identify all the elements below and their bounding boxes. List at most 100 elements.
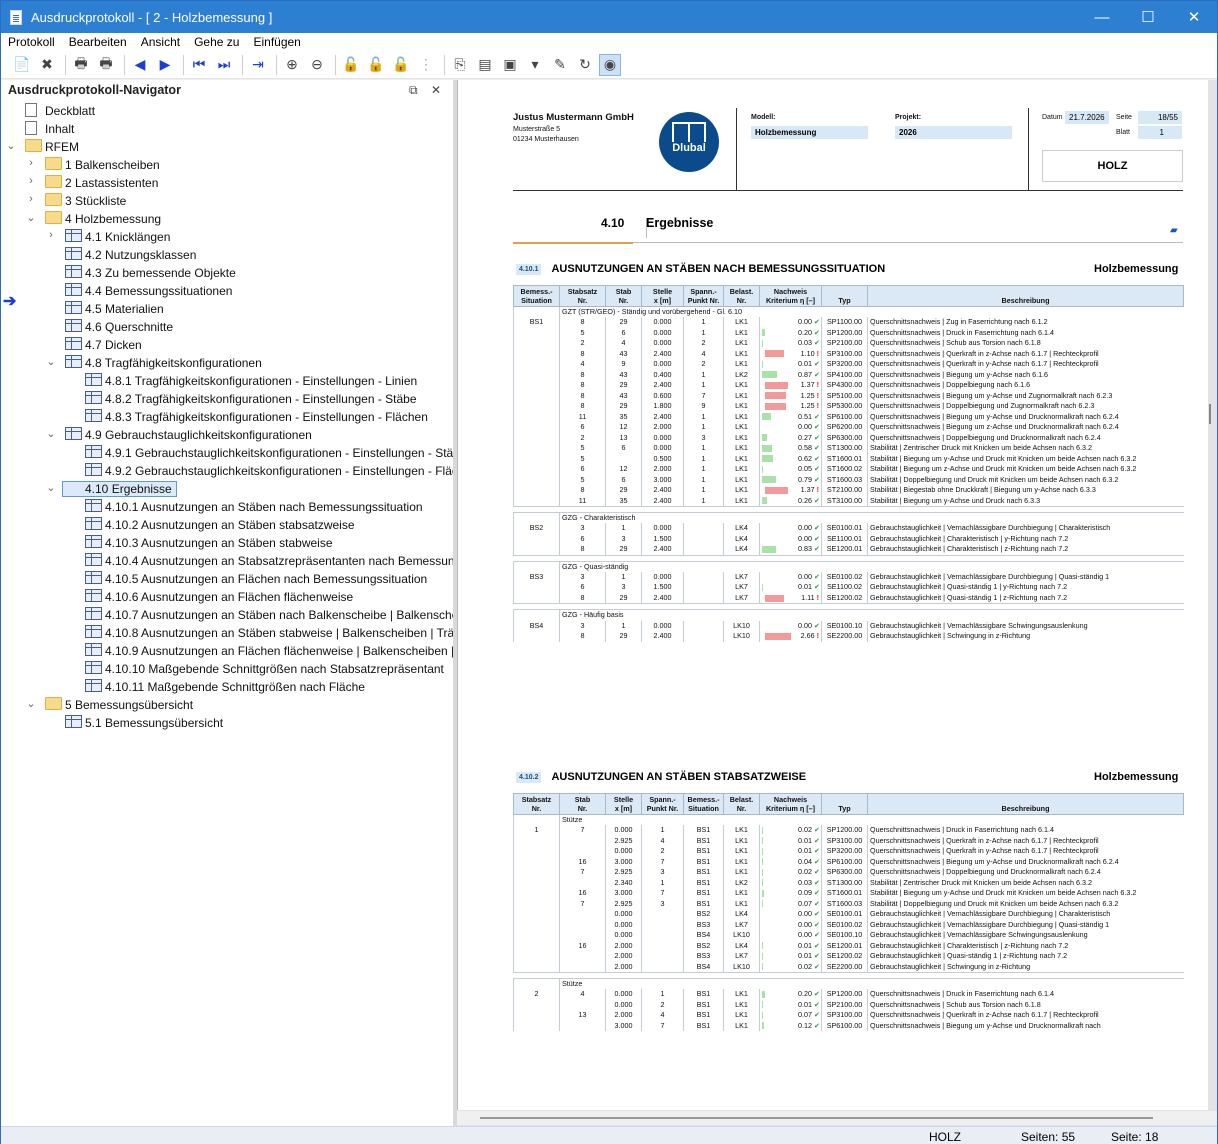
vertical-scroll-thumb[interactable] xyxy=(1209,404,1211,424)
table-row: 3.000 7 BS1 LK1 0.12 ✔ SP6100.00 Querschnittsn… xyxy=(513,1020,1184,1032)
tree-item-label: 4.3 Zu bemessende Objekte xyxy=(85,266,236,280)
toolbar-button-icon[interactable]: ▶ xyxy=(154,54,176,76)
description-cell: Gebrauchstauglichkeit | Vernachlässigbar… xyxy=(867,909,1184,920)
tree-item[interactable]: 4.8.1 Tragfähigkeitskonfigurationen - Ei… xyxy=(1,371,453,389)
navigator-title: Ausdruckprotokoll-Navigator xyxy=(8,83,181,97)
tree-item[interactable]: 4.7 Dicken xyxy=(1,335,453,353)
tree-item[interactable]: 4.10.3 Ausnutzungen an Stäben stabweise xyxy=(1,533,453,551)
tree-item[interactable]: ⌄ 4.9 Gebrauchstauglichkeitskonfiguration… xyxy=(1,425,453,443)
minimize-button[interactable]: — xyxy=(1079,1,1125,33)
company-name: Justus Mustermann GmbH xyxy=(513,112,634,123)
close-button[interactable]: ✕ xyxy=(1171,1,1217,33)
tree-item[interactable]: ⌄ 4.8 Tragfähigkeitskonfigurationen xyxy=(1,353,453,371)
expand-icon[interactable]: › xyxy=(25,175,37,187)
toolbar-button-icon[interactable]: ⎘ xyxy=(449,54,471,76)
tree-item[interactable]: 4.8.3 Tragfähigkeitskonfigurationen - Ei… xyxy=(1,407,453,425)
tree-item[interactable]: 4.10.7 Ausnutzungen an Stäben nach Balke… xyxy=(1,605,484,623)
toolbar-button-icon[interactable]: ▣ xyxy=(499,54,521,76)
expand-icon[interactable]: › xyxy=(25,157,37,169)
horizontal-scrollbar[interactable] xyxy=(457,1111,1217,1125)
menu-0[interactable]: Protokoll xyxy=(1,33,62,51)
table-row: 0.000 BS3 LK7 0.00 ✔ SE0100.02 Gebrauchstaugl… xyxy=(513,919,1184,931)
tree-item-label: RFEM xyxy=(45,140,79,154)
toolbar-button-icon[interactable]: ↻ xyxy=(574,54,596,76)
menu-2[interactable]: Ansicht xyxy=(134,33,187,51)
toolbar-button-icon[interactable]: 📄 xyxy=(11,54,33,76)
menu-4[interactable]: Einfügen xyxy=(246,33,307,51)
book-icon[interactable]: ▰ xyxy=(1170,225,1178,236)
table-row: 2.000 BS3 LK7 0.01 ✔ SE1200.02 Gebrauchstaugl… xyxy=(513,951,1184,962)
cell: 6 xyxy=(559,533,606,545)
tree-item[interactable]: Inhalt xyxy=(1,119,453,137)
tree-item[interactable]: 4.10.10 Maßgebende Schnittgrößen nach St… xyxy=(1,659,453,677)
description-cell: Stabilität | Doppelbiegung und Druck mit… xyxy=(867,898,1184,910)
tree-item[interactable]: 4.9.2 Gebrauchstauglichkeitskonfiguratio… xyxy=(1,461,478,479)
tree-item[interactable]: 4.2 Nutzungsklassen xyxy=(1,245,453,263)
toolbar-button-icon[interactable]: ⇥ xyxy=(247,54,269,76)
criterion-cell: 0.00 ✔ xyxy=(759,523,822,534)
toolbar-button-icon[interactable]: 🖶 xyxy=(70,54,92,76)
tree-item[interactable]: › 1 Balkenscheiben xyxy=(1,155,453,173)
toolbar-button-icon[interactable]: ◉ xyxy=(599,53,621,76)
tree-item[interactable]: › 2 Lastassistenten xyxy=(1,173,453,191)
cell: 5 xyxy=(559,474,606,486)
expand-icon[interactable]: › xyxy=(45,229,57,241)
tree-item[interactable]: 4.10.11 Maßgebende Schnittgrößen nach Fl… xyxy=(1,677,453,695)
toolbar-button-icon[interactable]: ◀ xyxy=(129,54,151,76)
collapse-icon[interactable]: ⌄ xyxy=(45,355,57,368)
tree-item[interactable]: 4.10.2 Ausnutzungen an Stäben stabsatzwe… xyxy=(1,515,453,533)
pin-icon[interactable]: ⧉ xyxy=(409,83,418,98)
collapse-icon[interactable]: ⌄ xyxy=(25,211,37,224)
toolbar-button-icon[interactable]: ▤ xyxy=(474,54,496,76)
toolbar-button-icon[interactable]: ⊖ xyxy=(306,54,328,76)
tree-item[interactable]: 4.8.2 Tragfähigkeitskonfigurationen - Ei… xyxy=(1,389,453,407)
expand-icon[interactable]: › xyxy=(25,193,37,205)
toolbar-button-icon[interactable]: ⊕ xyxy=(281,54,303,76)
cell xyxy=(513,592,560,604)
tree-item[interactable]: 4.10.8 Ausnutzungen an Stäben stabweise … xyxy=(1,623,472,641)
collapse-icon[interactable]: ⌄ xyxy=(25,697,37,710)
tree-item[interactable]: 4.10.9 Ausnutzungen an Flächen flächenwe… xyxy=(1,641,482,659)
toolbar-button-icon[interactable]: ▾ xyxy=(524,54,546,76)
tree-item[interactable]: 4.10.4 Ausnutzungen an Stabsatzrepräsent… xyxy=(1,551,477,569)
collapse-icon[interactable]: ⌄ xyxy=(45,481,57,494)
toolbar-button-icon[interactable]: 🔓 xyxy=(340,54,362,76)
tree-item[interactable]: 4.9.1 Gebrauchstauglichkeitskonfiguratio… xyxy=(1,443,467,461)
toolbar-button-icon[interactable]: 🔓 xyxy=(365,54,387,76)
tree-item[interactable]: 4.10.1 Ausnutzungen an Stäben nach Bemes… xyxy=(1,497,453,515)
tree-item[interactable]: ⌄ 5 Bemessungsübersicht xyxy=(1,695,453,713)
cell: 2.000 xyxy=(605,940,642,952)
toolbar-button-icon[interactable]: ⋮ xyxy=(415,54,437,76)
table-row: 0.000 BS4 LK10 0.00 ✔ SE0100.10 Gebrauchstaug… xyxy=(513,930,1184,941)
tree-item[interactable]: 4.4 Bemessungssituationen xyxy=(1,281,453,299)
tree-item[interactable]: 4.5 Materialien xyxy=(1,299,453,317)
tree-item[interactable]: 4.10.5 Ausnutzungen an Flächen nach Beme… xyxy=(1,569,453,587)
cell: 2.400 xyxy=(641,348,684,360)
toolbar-button-icon[interactable]: ✖ xyxy=(36,54,58,76)
tree-item[interactable]: ⌄ 4 Holzbemessung xyxy=(1,209,453,227)
cell: SP1100.00 xyxy=(821,317,868,328)
tree-item[interactable]: 5.1 Bemessungsübersicht xyxy=(1,713,453,731)
tree-item[interactable]: › 4.1 Knicklängen xyxy=(1,227,453,245)
menu-3[interactable]: Gehe zu xyxy=(187,33,246,51)
maximize-button[interactable]: ☐ xyxy=(1125,1,1171,33)
collapse-icon[interactable]: ⌄ xyxy=(5,139,17,152)
tree-item[interactable]: ⌄ 4.10 Ergebnisse xyxy=(1,479,453,497)
toolbar-button-icon[interactable]: ⏮ xyxy=(188,54,210,76)
tree-item[interactable]: Deckblatt xyxy=(1,101,453,119)
tree-item[interactable]: › 3 Stückliste xyxy=(1,191,453,209)
tree-item[interactable]: ⌄ RFEM xyxy=(1,137,453,155)
toolbar-button-icon[interactable]: 🔓 xyxy=(390,54,412,76)
scroll-thumb[interactable] xyxy=(480,1117,1153,1119)
cell: LK10 xyxy=(723,961,760,973)
tree-item[interactable]: 4.10.6 Ausnutzungen an Flächen flächenwe… xyxy=(1,587,453,605)
toolbar-button-icon[interactable]: ✎ xyxy=(549,54,571,76)
toolbar-button-icon[interactable]: 🖶 xyxy=(95,54,117,76)
menu-1[interactable]: Bearbeiten xyxy=(62,33,134,51)
navigator-close-button[interactable]: ✕ xyxy=(431,83,441,97)
collapse-icon[interactable]: ⌄ xyxy=(45,427,57,440)
tree-item[interactable]: 4.6 Querschnitte xyxy=(1,317,453,335)
column-header: Stab Nr. xyxy=(605,285,642,307)
tree-item[interactable]: 4.3 Zu bemessende Objekte xyxy=(1,263,453,281)
toolbar-button-icon[interactable]: ⏭ xyxy=(213,54,235,76)
